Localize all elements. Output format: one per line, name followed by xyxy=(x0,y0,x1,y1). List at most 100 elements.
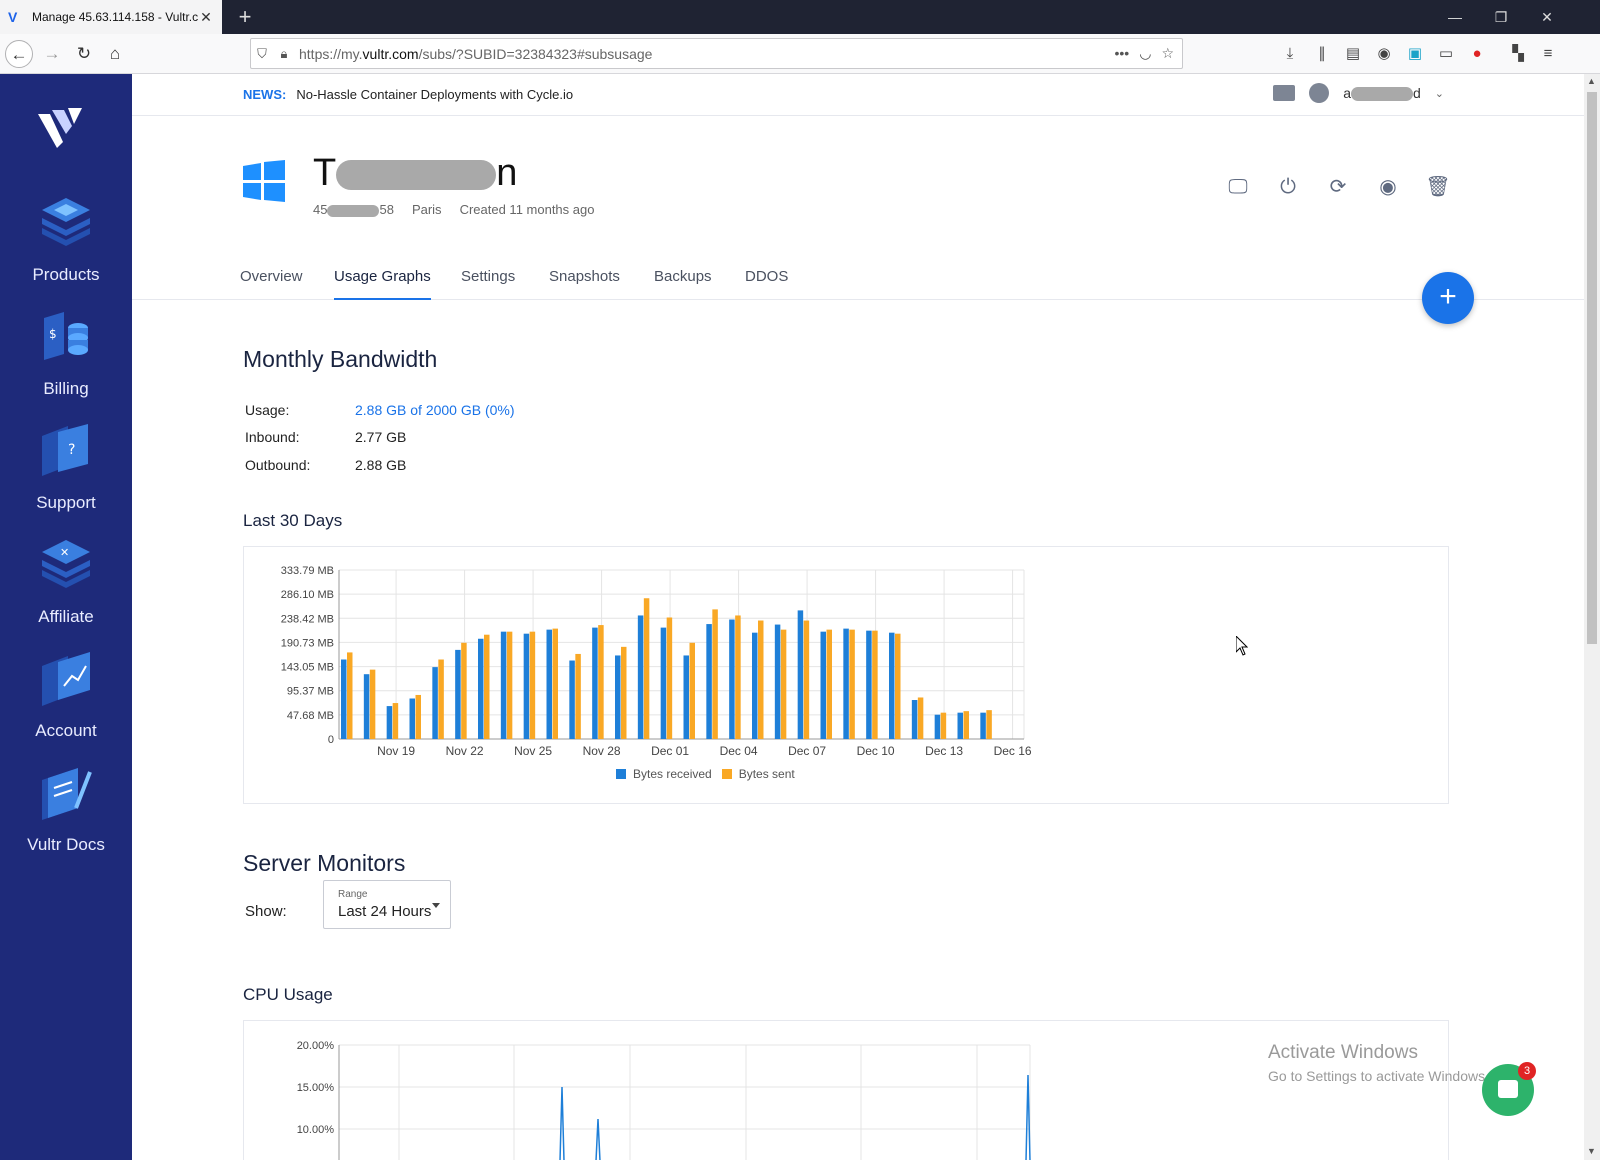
bar-bytes-received xyxy=(774,624,781,739)
new-tab-button[interactable]: + xyxy=(232,4,258,30)
reinstall-disc-icon[interactable]: ◉ xyxy=(1375,174,1401,200)
chat-button[interactable]: 3 xyxy=(1482,1062,1536,1116)
bar-bytes-sent xyxy=(872,630,878,739)
trash-icon[interactable]: 🗑︎ xyxy=(1425,174,1451,200)
browser-nav-bar: ← → ↻ ⌂ ⛉ 🔒︎ https://my.vultr.com/subs/?… xyxy=(0,34,1600,74)
sidebar-item-support[interactable]: ? Support xyxy=(0,422,132,522)
url-text[interactable]: https://my.vultr.com/subs/?SUBID=3238432… xyxy=(295,46,1115,62)
server-meta: 45 58 Paris Created 11 months ago xyxy=(313,202,594,217)
bandwidth-chart-box: 0 47.68 MB 95.37 MB 143.05 MB 190.73 MB 238.4… xyxy=(243,546,1449,804)
tab-ddos[interactable]: DDOS xyxy=(745,268,788,298)
sidebar-label-products: Products xyxy=(32,265,100,284)
bandwidth-legend: Bytes received Bytes sent xyxy=(616,767,795,781)
main-content: NEWS: No-Hassle Container Deployments wi… xyxy=(132,74,1584,1160)
library-icon[interactable]: ∥ xyxy=(1312,44,1332,64)
usage-value[interactable]: 2.88 GB of 2000 GB (0%) xyxy=(355,402,515,418)
pocket-icon[interactable]: ◡ xyxy=(1139,45,1151,62)
server-created: Created 11 months ago xyxy=(459,202,595,217)
user-avatar-icon[interactable] xyxy=(1309,83,1330,103)
y-tick-label: 286.10 MB xyxy=(281,589,334,601)
close-window-icon[interactable]: ✕ xyxy=(1524,0,1570,34)
account-circle-icon[interactable]: ◉ xyxy=(1374,44,1394,64)
extensions-icon[interactable]: ▚ xyxy=(1508,44,1528,64)
bar-bytes-sent xyxy=(552,628,558,739)
outbound-value: 2.88 GB xyxy=(355,457,407,473)
legend-sent-label[interactable]: Bytes sent xyxy=(739,767,795,781)
bar-bytes-sent xyxy=(575,653,581,739)
sidebar-item-products[interactable]: Products xyxy=(0,194,132,294)
redacted-ip xyxy=(327,204,380,217)
scrollbar-thumb[interactable] xyxy=(1587,92,1597,644)
tab-backups[interactable]: Backups xyxy=(654,268,712,298)
download-icon[interactable]: ⤓ xyxy=(1280,44,1300,64)
shield-icon[interactable]: ⛉ xyxy=(251,46,273,62)
bar-bytes-sent xyxy=(415,694,421,739)
close-tab-icon[interactable]: ✕ xyxy=(198,9,214,26)
sidebar-item-account[interactable]: Account xyxy=(0,650,132,750)
url-bar[interactable]: ⛉ 🔒︎ https://my.vultr.com/subs/?SUBID=32… xyxy=(250,38,1183,69)
scroll-down-icon[interactable]: ▼ xyxy=(1587,1146,1596,1156)
browser-tab-bar: V Manage 45.63.114.158 - Vultr.com ✕ + —… xyxy=(0,0,1600,34)
sidebar-item-billing[interactable]: $ Billing xyxy=(0,308,132,408)
console-icon[interactable]: 🖵︎ xyxy=(1225,174,1251,200)
y-tick-label: 143.05 MB xyxy=(281,662,334,674)
tab-overview[interactable]: Overview xyxy=(240,268,303,298)
page-scrollbar[interactable]: ▲ ▼ xyxy=(1584,74,1600,1160)
lock-icon[interactable]: 🔒︎ xyxy=(273,46,295,62)
bar-bytes-received xyxy=(957,712,963,739)
bar-bytes-received xyxy=(500,631,507,739)
more-actions-icon[interactable]: ••• xyxy=(1115,45,1130,62)
tab-usage-graphs[interactable]: Usage Graphs xyxy=(334,268,431,300)
bookmark-star-icon[interactable]: ☆ xyxy=(1161,45,1174,62)
bar-bytes-sent xyxy=(666,617,673,739)
y-tick-label: 20.00% xyxy=(297,1040,335,1052)
server-location: Paris xyxy=(411,202,442,217)
sidebar-item-affiliate[interactable]: ✕ Affiliate xyxy=(0,536,132,636)
account-icon xyxy=(42,652,90,706)
svg-text:?: ? xyxy=(68,442,75,458)
scroll-up-icon[interactable]: ▲ xyxy=(1587,76,1596,86)
forward-button[interactable]: → xyxy=(38,40,66,68)
vultr-favicon-icon: V xyxy=(8,9,18,25)
chevron-down-icon[interactable]: ⌄ xyxy=(1435,87,1444,100)
bar-bytes-received xyxy=(729,619,735,739)
news-link[interactable]: No-Hassle Container Deployments with Cyc… xyxy=(296,87,573,102)
legend-received-label[interactable]: Bytes received xyxy=(633,767,712,781)
cpu-chart-box: 10.00% 15.00% 20.00% xyxy=(243,1020,1449,1160)
opera-icon[interactable]: ● xyxy=(1467,44,1487,64)
last-30-days-title: Last 30 Days xyxy=(243,511,343,530)
restart-icon[interactable]: ⟳ xyxy=(1325,174,1351,200)
server-tabs: Overview Usage Graphs Settings Snapshots… xyxy=(132,260,1584,300)
add-button[interactable]: + xyxy=(1422,272,1474,324)
y-tick-label: 10.00% xyxy=(297,1124,335,1136)
reload-button[interactable]: ↻ xyxy=(70,40,98,68)
sidebar: Products $ Billing ? Support ✕ Affiliate xyxy=(0,74,132,1160)
menu-icon[interactable]: ≡ xyxy=(1538,44,1558,64)
bar-bytes-received xyxy=(637,615,644,739)
user-menu[interactable]: ad xyxy=(1343,85,1421,102)
restore-icon[interactable]: ❐ xyxy=(1478,0,1524,34)
back-button[interactable]: ← xyxy=(5,40,33,68)
vultr-logo-icon[interactable] xyxy=(38,108,88,148)
bar-bytes-received xyxy=(523,633,530,739)
bar-bytes-sent xyxy=(826,629,832,739)
minimize-icon[interactable]: — xyxy=(1432,0,1478,34)
tab-snapshots[interactable]: Snapshots xyxy=(549,268,620,298)
mail-icon[interactable] xyxy=(1273,85,1296,101)
bar-bytes-received xyxy=(569,660,575,739)
browser-tab[interactable]: V Manage 45.63.114.158 - Vultr.com ✕ xyxy=(0,0,222,34)
bar-bytes-received xyxy=(386,706,393,739)
power-icon[interactable]: ⏻ xyxy=(1275,174,1301,200)
tab-settings[interactable]: Settings xyxy=(461,268,515,298)
svg-text:$: $ xyxy=(49,327,57,341)
sidebar-toggle-icon[interactable]: ▤ xyxy=(1343,44,1363,64)
save-extension-icon[interactable]: ▣ xyxy=(1405,44,1425,64)
legend-sent-swatch xyxy=(721,769,732,779)
folder-icon[interactable]: ▭ xyxy=(1436,44,1456,64)
home-button[interactable]: ⌂ xyxy=(101,40,129,68)
bar-bytes-sent xyxy=(598,625,604,739)
range-select[interactable]: Range Last 24 Hours xyxy=(323,880,451,929)
bar-bytes-sent xyxy=(438,659,444,739)
sidebar-item-docs[interactable]: Vultr Docs xyxy=(0,764,132,864)
bar-bytes-received xyxy=(797,610,804,739)
